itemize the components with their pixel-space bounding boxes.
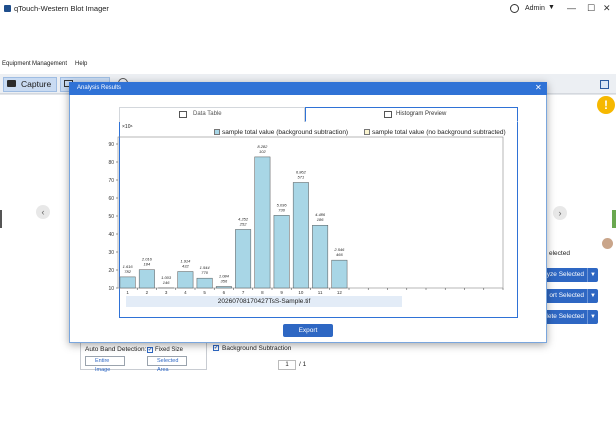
bar <box>292 182 309 289</box>
y-tick-label: 60 <box>108 196 114 202</box>
data-label: 184 <box>144 262 151 267</box>
y-tick-label: 10 <box>108 286 114 292</box>
data-label: 432 <box>182 264 189 269</box>
data-label: 252 <box>239 221 247 226</box>
y-tick-label: 80 <box>108 160 114 166</box>
bar <box>177 271 194 289</box>
x-tick-label: 7 <box>242 290 245 295</box>
data-label: 102 <box>259 149 266 154</box>
data-label: 770 <box>201 270 208 275</box>
x-tick-label: 1 <box>126 290 129 295</box>
bar <box>138 269 155 289</box>
data-label: 356 <box>221 278 228 283</box>
x-tick-label: 10 <box>298 290 304 295</box>
y-tick-label: 20 <box>108 268 114 274</box>
x-tick-label: 12 <box>337 290 343 295</box>
data-label: 571 <box>298 174 305 179</box>
x-tick-label: 4 <box>184 290 187 295</box>
plot-area <box>117 136 504 289</box>
data-label: 186 <box>317 217 324 222</box>
bar <box>196 277 213 289</box>
data-label: 782 <box>124 269 131 274</box>
x-tick-label: 5 <box>203 290 206 295</box>
bar <box>215 286 232 289</box>
y-tick-label: 90 <box>108 142 114 148</box>
bar <box>273 215 290 289</box>
bar <box>312 224 329 289</box>
y-tick-label: 50 <box>108 214 114 220</box>
export-button[interactable]: Export <box>283 324 333 337</box>
data-label: 730 <box>278 207 285 212</box>
bar <box>331 259 348 289</box>
y-tick-label: 70 <box>108 178 114 184</box>
x-tick-label: 6 <box>223 290 226 295</box>
y-tick-label: 40 <box>108 232 114 238</box>
x-axis-label: 20260708170427TsS-Sample.tif <box>217 298 311 305</box>
x-tick-label: 3 <box>165 290 168 295</box>
x-tick-label: 2 <box>146 290 149 295</box>
bar <box>235 229 252 289</box>
x-tick-label: 9 <box>280 290 283 295</box>
histogram-chart: 10203040506070809011.61678222.01618431.0… <box>108 136 504 295</box>
data-label: 146 <box>163 280 170 285</box>
data-label: 466 <box>336 252 343 257</box>
x-tick-label: 11 <box>318 290 323 295</box>
y-tick-label: 30 <box>108 250 114 256</box>
x-tick-label: 8 <box>261 290 264 295</box>
bar <box>254 156 271 289</box>
bar <box>119 276 136 289</box>
